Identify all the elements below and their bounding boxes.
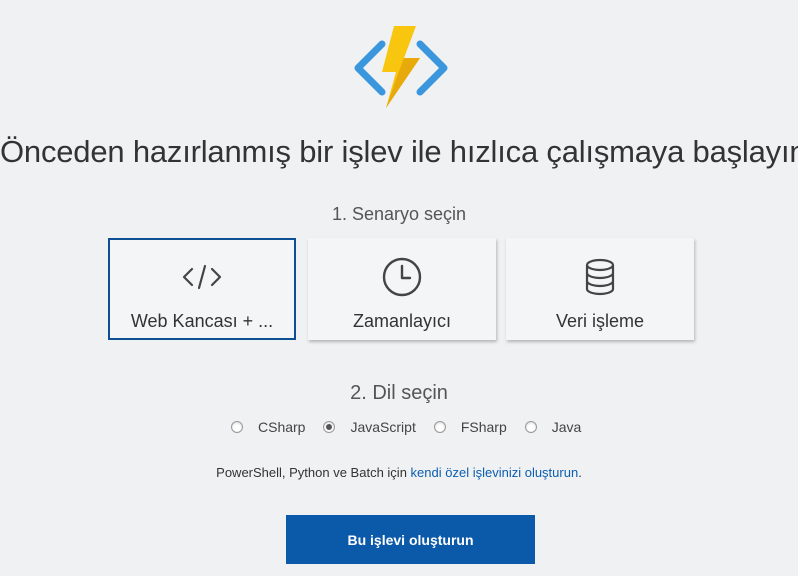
scenario-tile-timer[interactable]: Zamanlayıcı bbox=[308, 238, 496, 340]
radio-button[interactable] bbox=[524, 421, 537, 433]
radio-button[interactable] bbox=[433, 421, 446, 433]
scenario-tile-webhook[interactable]: Web Kancası + ... bbox=[108, 238, 296, 340]
scenario-tile-label: Web Kancası + ... bbox=[130, 311, 274, 331]
language-option-label: JavaScript bbox=[350, 419, 416, 435]
azure-functions-logo-icon bbox=[354, 26, 448, 108]
language-option-label: CSharp bbox=[258, 419, 306, 435]
scenario-heading: 1. Senaryo seçin bbox=[331, 204, 467, 224]
custom-function-note: PowerShell, Python ve Batch için kendi ö… bbox=[0, 465, 798, 480]
scenario-tile-data-processing[interactable]: Veri işleme bbox=[506, 238, 694, 340]
clock-icon bbox=[308, 257, 496, 297]
note-suffix: . bbox=[578, 465, 582, 480]
database-icon bbox=[506, 258, 694, 296]
radio-button[interactable] bbox=[323, 421, 336, 433]
language-option-java[interactable]: Java bbox=[524, 419, 582, 435]
create-function-button[interactable]: Bu işlevi oluşturun bbox=[286, 515, 535, 564]
language-option-fsharp[interactable]: FSharp bbox=[433, 419, 507, 435]
code-icon bbox=[110, 258, 294, 296]
scenario-tile-label: Zamanlayıcı bbox=[352, 311, 452, 331]
language-option-csharp[interactable]: CSharp bbox=[231, 419, 305, 435]
note-text: PowerShell, Python ve Batch için bbox=[216, 465, 411, 480]
page-title: Önceden hazırlanmış bir işlev ile hızlıc… bbox=[0, 134, 798, 169]
radio-button[interactable] bbox=[231, 421, 243, 433]
language-heading: 2. Dil seçin bbox=[350, 382, 448, 404]
scenario-tile-label: Veri işleme bbox=[555, 311, 645, 331]
language-option-label: Java bbox=[551, 419, 582, 435]
language-option-javascript[interactable]: JavaScript bbox=[323, 419, 416, 435]
language-radio-group: CSharp JavaScript FSharp Java bbox=[231, 416, 599, 438]
custom-function-link[interactable]: kendi özel işlevinizi oluşturun bbox=[411, 465, 579, 480]
language-option-label: FSharp bbox=[460, 419, 507, 435]
